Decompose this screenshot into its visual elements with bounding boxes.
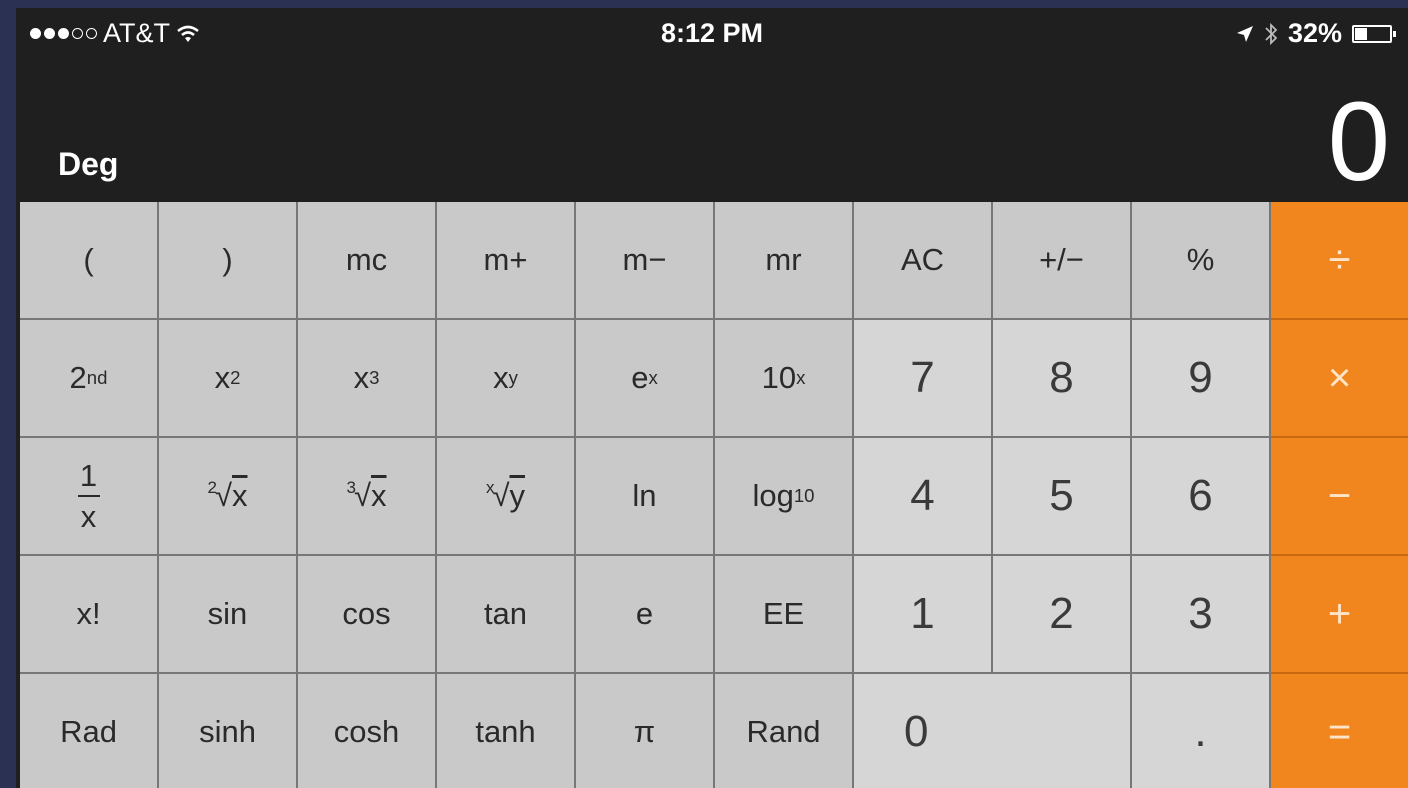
- radical-icon: √: [353, 478, 371, 513]
- cube-button[interactable]: x3: [298, 320, 437, 438]
- digit-7-button[interactable]: 7: [854, 320, 993, 438]
- digit-9-button[interactable]: 9: [1132, 320, 1271, 438]
- radicand: x: [370, 478, 387, 513]
- cos-button[interactable]: cos: [298, 556, 437, 674]
- radicand: y: [509, 478, 526, 513]
- equals-button[interactable]: =: [1271, 674, 1408, 788]
- exp-base: e: [631, 360, 649, 395]
- digit-2-button[interactable]: 2: [993, 556, 1132, 674]
- square-sup: 2: [230, 367, 241, 388]
- cube-sup: 3: [369, 367, 380, 388]
- euler-button[interactable]: e: [576, 556, 715, 674]
- radical-icon: √: [214, 478, 232, 513]
- digit-8-button[interactable]: 8: [993, 320, 1132, 438]
- log-sub: 10: [793, 485, 815, 506]
- fraction-numerator: 1: [79, 458, 98, 493]
- memory-subtract-button[interactable]: m−: [576, 202, 715, 320]
- power-sup: y: [508, 367, 518, 388]
- percent-button[interactable]: %: [1132, 202, 1271, 320]
- sin-button[interactable]: sin: [159, 556, 298, 674]
- cube-root-symbol: 3 √ x: [347, 478, 387, 514]
- all-clear-button[interactable]: AC: [854, 202, 993, 320]
- radicand: x: [231, 478, 248, 513]
- memory-clear-button[interactable]: mc: [298, 202, 437, 320]
- digit-4-button[interactable]: 4: [854, 438, 993, 556]
- keypad: ( ) mc m+ m− mr AC +/− % ÷ 2nd x2 x3 xy …: [20, 202, 1408, 788]
- second-function-button[interactable]: 2nd: [20, 320, 159, 438]
- digit-5-button[interactable]: 5: [993, 438, 1132, 556]
- digit-6-button[interactable]: 6: [1132, 438, 1271, 556]
- location-arrow-icon: [1236, 25, 1253, 42]
- square-button[interactable]: x2: [159, 320, 298, 438]
- cube-base: x: [353, 360, 370, 395]
- ten-power-sup: x: [796, 367, 806, 388]
- battery-fill: [1355, 27, 1367, 40]
- digit-0-button[interactable]: 0: [854, 674, 1132, 788]
- pi-button[interactable]: π: [576, 674, 715, 788]
- status-bar: AT&T 8:12 PM 32%: [16, 8, 1408, 60]
- exp-sup: x: [648, 367, 658, 388]
- cube-root-button[interactable]: 3 √ x: [298, 438, 437, 556]
- fraction-bar: [77, 495, 100, 497]
- log10-button[interactable]: log 10: [715, 438, 854, 556]
- minus-button[interactable]: −: [1271, 438, 1408, 556]
- second-base: 2: [69, 360, 87, 395]
- ten-power-button[interactable]: 10 x: [715, 320, 854, 438]
- plus-minus-button[interactable]: +/−: [993, 202, 1132, 320]
- square-root-symbol: 2 √ x: [208, 478, 248, 514]
- digit-3-button[interactable]: 3: [1132, 556, 1271, 674]
- square-base: x: [214, 360, 231, 395]
- rad-button[interactable]: Rad: [20, 674, 159, 788]
- memory-recall-button[interactable]: mr: [715, 202, 854, 320]
- status-time: 8:12 PM: [660, 18, 764, 48]
- decimal-button[interactable]: .: [1132, 674, 1271, 788]
- battery-percent: 32%: [1287, 18, 1342, 48]
- calculator-screen: AT&T 8:12 PM 32% Deg 0 ( ) mc m+ m− mr A…: [16, 8, 1408, 788]
- nth-root-button[interactable]: x √ y: [437, 438, 576, 556]
- tanh-button[interactable]: tanh: [437, 674, 576, 788]
- reciprocal-button[interactable]: 1 x: [20, 438, 159, 556]
- status-right: 32%: [1236, 18, 1396, 49]
- fraction-denominator: x: [80, 499, 97, 534]
- divide-button[interactable]: ÷: [1271, 202, 1408, 320]
- square-root-button[interactable]: 2 √ x: [159, 438, 298, 556]
- reciprocal-fraction: 1 x: [77, 458, 100, 534]
- ee-button[interactable]: EE: [715, 556, 854, 674]
- random-button[interactable]: Rand: [715, 674, 854, 788]
- factorial-button[interactable]: x!: [20, 556, 159, 674]
- natural-log-button[interactable]: ln: [576, 438, 715, 556]
- multiply-button[interactable]: ×: [1271, 320, 1408, 438]
- open-paren-button[interactable]: (: [20, 202, 159, 320]
- memory-add-button[interactable]: m+: [437, 202, 576, 320]
- ten-power-base: 10: [761, 360, 797, 395]
- battery-icon: [1352, 24, 1396, 43]
- close-paren-button[interactable]: ): [159, 202, 298, 320]
- nth-root-symbol: x √ y: [486, 478, 525, 514]
- radical-icon: √: [492, 478, 510, 513]
- sinh-button[interactable]: sinh: [159, 674, 298, 788]
- exp-button[interactable]: ex: [576, 320, 715, 438]
- tan-button[interactable]: tan: [437, 556, 576, 674]
- bluetooth-icon: [1265, 22, 1278, 45]
- digit-1-button[interactable]: 1: [854, 556, 993, 674]
- second-sup: nd: [86, 367, 108, 388]
- result-display: 0: [1327, 79, 1390, 204]
- log-base: log: [752, 478, 794, 513]
- cosh-button[interactable]: cosh: [298, 674, 437, 788]
- power-base: x: [493, 360, 509, 395]
- power-button[interactable]: xy: [437, 320, 576, 438]
- angle-mode-label: Deg: [58, 146, 119, 182]
- plus-button[interactable]: +: [1271, 556, 1408, 674]
